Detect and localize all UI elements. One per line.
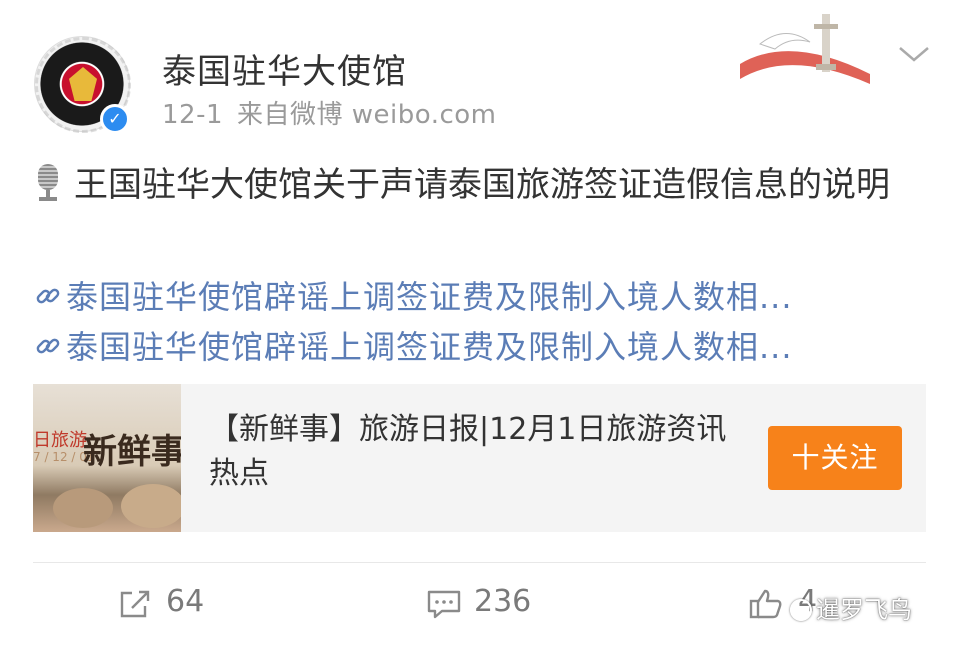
comment-count: 236 [474,584,532,619]
wechat-icon [790,599,812,621]
follow-button[interactable]: 十关注 [768,426,902,490]
post-content: 王国驻华大使馆关于声请泰国旅游签证造假信息的说明 [74,165,890,205]
shoe-image [121,484,181,528]
verified-badge-icon: ✓ [100,104,130,134]
shoe-image [53,488,113,528]
author-name[interactable]: 泰国驻华大使馆 [162,44,407,93]
post-text: 王国驻华大使馆关于声请泰国旅游签证造假信息的说明 [34,160,934,210]
link-icon [36,338,60,354]
thumbnail-title: 新鲜事 [83,432,181,472]
article-link-1[interactable]: 泰国驻华使馆辟谣上调签证费及限制入境人数相... [34,272,793,318]
thumbnail-tag: 日旅游 [33,430,87,451]
shared-card[interactable]: 日旅游 7 / 12 / 01 新鲜事 【新鲜事】旅游日报|12月1日旅游资讯热… [33,384,926,532]
watermark: 暹罗飞鸟 [790,590,912,625]
share-count: 64 [166,584,205,619]
divider [33,562,926,563]
thumbs-up-icon [749,589,782,619]
link-icon [36,288,60,304]
comment-icon [427,590,461,619]
card-thumbnail: 日旅游 7 / 12 / 01 新鲜事 [33,384,181,532]
chevron-down-icon[interactable] [896,40,932,68]
post-header: ✓ 泰国驻华大使馆 12-1 来自微博 weibo.com [0,0,960,140]
microphone-icon [34,164,62,202]
post-date: 12-1 [162,100,224,130]
share-icon [120,590,150,618]
article-link-2[interactable]: 泰国驻华使馆辟谣上调签证费及限制入境人数相... [34,322,793,368]
post-source: 来自微博 weibo.com [237,100,497,130]
festive-decoration-icon [740,14,870,84]
article-link-text[interactable]: 泰国驻华使馆辟谣上调签证费及限制入境人数相... [66,328,793,366]
card-title[interactable]: 【新鲜事】旅游日报|12月1日旅游资讯热点 [209,408,749,496]
post-meta: 12-1 来自微博 weibo.com [162,94,511,131]
watermark-text: 暹罗飞鸟 [816,596,912,624]
article-link-text[interactable]: 泰国驻华使馆辟谣上调签证费及限制入境人数相... [66,278,793,316]
